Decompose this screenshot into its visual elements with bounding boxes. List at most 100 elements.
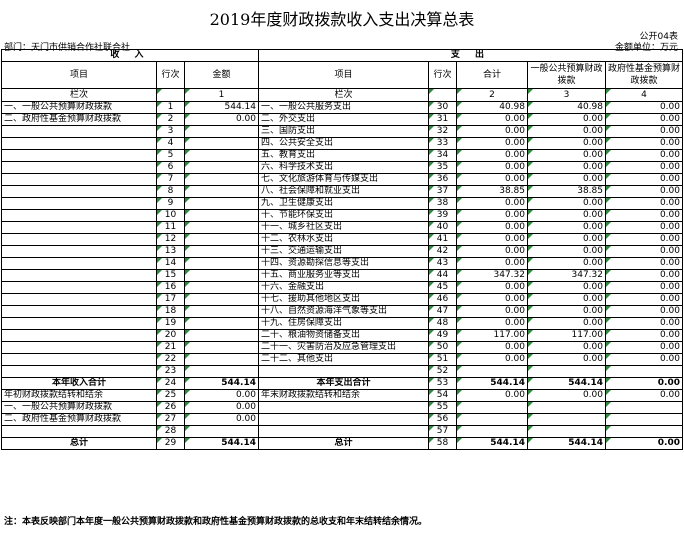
expense-total-cell: 0.00 (456, 233, 528, 246)
expense-rowno-cell: 39 (428, 209, 457, 222)
income-rowno-cell: 26 (156, 401, 185, 414)
general-budget-cell: 38.85 (527, 185, 606, 198)
income-item-cell (1, 293, 157, 306)
table-row: 21 二十一、灾害防治及应急管理支出 50 0.00 0.00 0.00 (1, 341, 683, 354)
expense-item-cell: 二十一、灾害防治及应急管理支出 (258, 341, 429, 354)
fund-budget-cell: 0.00 (605, 317, 683, 330)
expense-rowno-cell: 43 (428, 257, 457, 270)
expense-total-header: 合计 (456, 61, 528, 89)
expense-rowno-cell: 38 (428, 197, 457, 210)
income-rowno-cell: 3 (156, 125, 185, 138)
income-col-blank (156, 88, 185, 102)
expense-item-header: 项目 (258, 61, 429, 89)
table-row: 18 十八、自然资源海洋气象等支出 47 0.00 0.00 0.00 (1, 305, 683, 318)
expense-total-cell (456, 413, 528, 426)
income-amount-cell (184, 233, 259, 246)
expense-rowno-cell: 57 (428, 425, 457, 438)
footnote: 注：本表反映部门本年度一般公共预算财政拨款和政府性基金预算财政拨款的总收支和年末… (4, 517, 428, 527)
table-row: 20 二十、粮油物资储备支出 49 117.00 117.00 0.00 (1, 329, 683, 342)
expense-total-cell: 0.00 (456, 173, 528, 186)
expense-rowno-cell: 36 (428, 173, 457, 186)
income-item-cell (1, 149, 157, 162)
fund-budget-cell: 0.00 (605, 101, 683, 114)
expense-rowno-cell: 32 (428, 125, 457, 138)
general-budget-cell: 0.00 (527, 137, 606, 150)
income-amount-cell: 544.14 (184, 101, 259, 114)
expense-section-header: 支 出 (258, 49, 683, 62)
fund-budget-cell: 0.00 (605, 257, 683, 270)
table-row: 12 十二、农林水支出 41 0.00 0.00 0.00 (1, 233, 683, 246)
column-number-row: 栏次 1 栏次 2 3 4 (1, 88, 683, 102)
general-budget-cell (527, 401, 606, 414)
general-col-number: 3 (527, 88, 606, 102)
expense-rowno-cell: 53 (428, 377, 457, 390)
table-row: 总计 29 544.14 总计 58 544.14 544.14 0.00 (1, 437, 683, 450)
income-item-cell: 二、政府性基金预算财政拨款 (1, 413, 157, 426)
income-rowno-cell: 27 (156, 413, 185, 426)
income-amount-cell (184, 197, 259, 210)
fund-budget-cell (605, 401, 683, 414)
general-budget-cell: 0.00 (527, 389, 606, 402)
expense-item-cell: 十三、交通运输支出 (258, 245, 429, 258)
general-budget-cell (527, 365, 606, 378)
expense-item-cell: 本年支出合计 (258, 377, 429, 390)
expense-item-cell: 十五、商业服务业等支出 (258, 269, 429, 282)
income-rowno-cell: 5 (156, 149, 185, 162)
expense-item-cell: 二十二、其他支出 (258, 353, 429, 366)
expense-rowno-cell: 56 (428, 413, 457, 426)
income-rowno-cell: 11 (156, 221, 185, 234)
expense-item-cell: 二十、粮油物资储备支出 (258, 329, 429, 342)
income-item-cell (1, 269, 157, 282)
income-item-cell (1, 125, 157, 138)
table-row: 8 八、社会保障和就业支出 37 38.85 38.85 0.00 (1, 185, 683, 198)
income-rowno-cell: 21 (156, 341, 185, 354)
fund-budget-cell: 0.00 (605, 185, 683, 198)
general-budget-cell: 0.00 (527, 149, 606, 162)
expense-rowno-cell: 51 (428, 353, 457, 366)
fund-budget-cell: 0.00 (605, 197, 683, 210)
income-amount-cell: 0.00 (184, 401, 259, 414)
column-header-row: 项目 行次 金额 项目 行次 合计 一般公共预算财政拨款 政府性基金预算财政拨款 (1, 61, 683, 89)
expense-total-cell: 0.00 (456, 197, 528, 210)
fund-budget-cell: 0.00 (605, 389, 683, 402)
income-item-cell (1, 185, 157, 198)
income-item-cell (1, 329, 157, 342)
fund-budget-cell: 0.00 (605, 161, 683, 174)
fund-budget-cell: 0.00 (605, 209, 683, 222)
expense-item-cell: 十九、住房保障支出 (258, 317, 429, 330)
expense-total-cell: 40.98 (456, 101, 528, 114)
expense-total-cell: 0.00 (456, 293, 528, 306)
fund-budget-cell: 0.00 (605, 353, 683, 366)
table-row: 9 九、卫生健康支出 38 0.00 0.00 0.00 (1, 197, 683, 210)
income-rowno-cell: 9 (156, 197, 185, 210)
budget-table: 收 入 支 出 项目 行次 金额 项目 行次 合计 一般公共预算财政拨款 政府性… (1, 49, 683, 450)
income-amount-cell (184, 245, 259, 258)
table-row: 19 十九、住房保障支出 48 0.00 0.00 0.00 (1, 317, 683, 330)
table-row: 二、政府性基金预算财政拨款 27 0.00 56 (1, 413, 683, 426)
income-item-cell (1, 353, 157, 366)
expense-item-cell: 十七、援助其他地区支出 (258, 293, 429, 306)
income-item-cell: 本年收入合计 (1, 377, 157, 390)
table-row: 4 四、公共安全支出 33 0.00 0.00 0.00 (1, 137, 683, 150)
income-amount-cell (184, 269, 259, 282)
income-amount-cell (184, 305, 259, 318)
table-row: 一、一般公共预算财政拨款 26 0.00 55 (1, 401, 683, 414)
income-rowno-cell: 29 (156, 437, 185, 450)
fund-budget-cell: 0.00 (605, 377, 683, 390)
income-rowno-cell: 18 (156, 305, 185, 318)
table-row: 15 十五、商业服务业等支出 44 347.32 347.32 0.00 (1, 269, 683, 282)
income-item-cell: 总计 (1, 437, 157, 450)
income-item-cell (1, 305, 157, 318)
expense-rowno-cell: 34 (428, 149, 457, 162)
expense-item-cell: 六、科学技术支出 (258, 161, 429, 174)
income-rowno-cell: 2 (156, 113, 185, 126)
expense-total-cell: 544.14 (456, 437, 528, 450)
income-item-cell (1, 365, 157, 378)
expense-item-cell: 一、一般公共服务支出 (258, 101, 429, 114)
income-item-cell: 年初财政拨款结转和结余 (1, 389, 157, 402)
income-rowno-cell: 7 (156, 173, 185, 186)
expense-item-cell: 五、教育支出 (258, 149, 429, 162)
expense-rowno-cell: 58 (428, 437, 457, 450)
income-item-cell (1, 257, 157, 270)
expense-item-cell: 九、卫生健康支出 (258, 197, 429, 210)
